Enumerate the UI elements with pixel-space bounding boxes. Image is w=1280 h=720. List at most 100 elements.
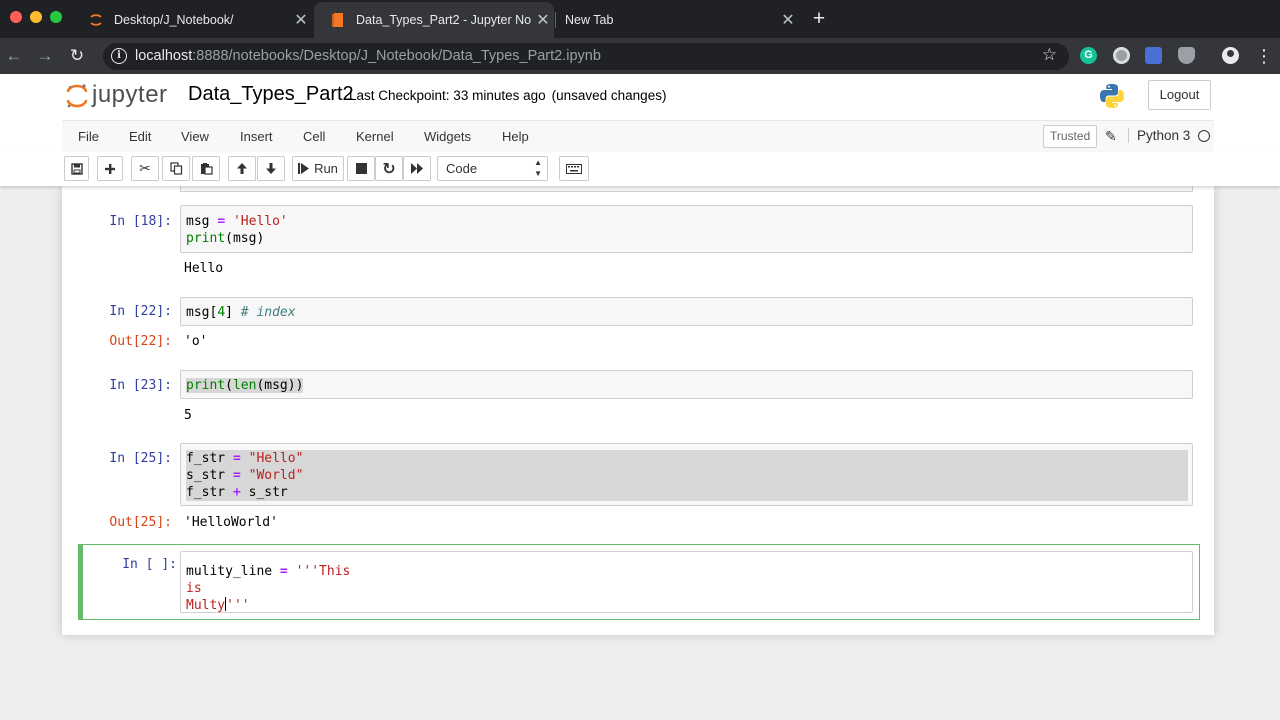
menu-help[interactable]: Help <box>502 129 529 144</box>
save-button[interactable] <box>64 156 89 181</box>
grammarly-extension-icon[interactable]: G <box>1080 47 1097 64</box>
restart-icon: ↻ <box>382 160 396 178</box>
maximize-window-button[interactable] <box>50 11 62 23</box>
input-prompt: In [ ]: <box>122 557 177 572</box>
move-cell-down-button[interactable] <box>257 156 285 181</box>
paste-cell-button[interactable] <box>192 156 220 181</box>
move-cell-up-button[interactable] <box>228 156 256 181</box>
browser-tab-bar: Desktop/J_Notebook/ ✕ Data_Types_Part2 -… <box>0 0 1280 38</box>
copy-cell-button[interactable] <box>162 156 190 181</box>
menu-cell[interactable]: Cell <box>303 129 325 144</box>
output-prompt: Out[22]: <box>109 334 172 349</box>
arrow-up-icon <box>237 163 247 174</box>
arrow-down-icon <box>266 163 276 174</box>
bookmark-star-icon[interactable]: ☆ <box>1042 45 1057 65</box>
cell-output: 'o' <box>184 334 208 349</box>
code-cell-input[interactable]: f_str = "Hello" s_str = "World" f_str + … <box>180 443 1193 506</box>
active-code-cell[interactable]: In [ ]: mulity_line = '''This is Multy''… <box>78 544 1200 620</box>
keyboard-icon <box>566 163 582 174</box>
forward-arrow-icon[interactable]: → <box>34 45 56 67</box>
notebook-favicon-icon <box>330 12 346 28</box>
new-tab-button[interactable]: + <box>808 8 830 30</box>
cell-output: 'HelloWorld' <box>184 515 278 530</box>
cell-output: Hello <box>184 261 224 276</box>
jupyter-logo-icon <box>66 84 88 108</box>
save-icon <box>70 162 83 175</box>
notebook-page: In [18]: msg = 'Hello' print(msg) Hello … <box>62 186 1214 635</box>
plus-icon <box>105 163 115 174</box>
run-label: Run <box>314 161 338 176</box>
checkpoint-text: Last Checkpoint: 33 minutes ago <box>349 88 546 103</box>
tab-title: Data_Types_Part2 - Jupyter No <box>356 13 532 27</box>
logout-button[interactable]: Logout <box>1148 80 1211 110</box>
back-arrow-icon[interactable]: ← <box>3 45 25 67</box>
jupyter-favicon-icon <box>88 12 104 28</box>
cell-type-select[interactable]: Code ▲ ▼ <box>437 156 548 181</box>
input-prompt: In [25]: <box>109 451 172 466</box>
jupyter-header: jupyter Data_Types_Part2 Last Checkpoint… <box>0 74 1280 120</box>
tab-title: Desktop/J_Notebook/ <box>114 13 234 27</box>
code-cell-input[interactable]: print(len(msg)) <box>180 370 1193 399</box>
menu-view[interactable]: View <box>181 129 209 144</box>
menu-widgets[interactable]: Widgets <box>424 129 471 144</box>
close-window-button[interactable] <box>10 11 22 23</box>
output-prompt: Out[25]: <box>109 515 172 530</box>
run-button[interactable]: Run <box>292 156 344 181</box>
copy-icon <box>169 162 182 175</box>
command-palette-button[interactable] <box>559 156 589 181</box>
cut-cell-button[interactable]: ✂ <box>131 156 159 181</box>
menu-kernel[interactable]: Kernel <box>356 129 394 144</box>
notebook-area[interactable]: In [18]: msg = 'Hello' print(msg) Hello … <box>0 186 1280 720</box>
code-cell-input[interactable]: msg = 'Hello' print(msg) <box>180 205 1193 253</box>
code-text: print(len(msg)) <box>186 378 304 393</box>
kernel-name[interactable]: Python 3 <box>1128 128 1190 143</box>
url-text[interactable]: localhost:8888/notebooks/Desktop/J_Noteb… <box>135 48 601 64</box>
extension-square-icon[interactable] <box>1145 47 1162 64</box>
restart-kernel-button[interactable]: ↻ <box>375 156 403 181</box>
python-logo-icon <box>1100 84 1124 108</box>
browser-tab-desktop[interactable]: Desktop/J_Notebook/ ✕ <box>72 2 312 38</box>
kernel-idle-indicator-icon <box>1198 130 1210 142</box>
code-cell-input[interactable]: msg[4] # index <box>180 297 1193 326</box>
scissors-icon: ✂ <box>139 160 151 176</box>
info-icon[interactable]: i <box>111 48 127 64</box>
notebook-name[interactable]: Data_Types_Part2 <box>188 83 354 106</box>
browser-tab-notebook[interactable]: Data_Types_Part2 - Jupyter No ✕ <box>314 2 554 38</box>
menu-insert[interactable]: Insert <box>240 129 273 144</box>
fast-forward-icon <box>410 163 423 174</box>
input-prompt: In [22]: <box>109 304 172 319</box>
paste-icon <box>200 163 213 175</box>
previous-cell-partial[interactable] <box>180 186 1193 192</box>
extension-shield-icon[interactable] <box>1178 47 1195 64</box>
close-tab-icon[interactable]: ✕ <box>777 10 799 30</box>
browser-toolbar: ← → ↻ i localhost:8888/notebooks/Desktop… <box>0 38 1280 74</box>
close-tab-icon[interactable]: ✕ <box>290 10 312 30</box>
browser-tab-new[interactable]: New Tab ✕ <box>549 2 799 38</box>
code-cell-editor[interactable]: mulity_line = '''This is Multy''' <box>180 551 1193 613</box>
jupyter-logo-text: jupyter <box>92 81 168 108</box>
insert-cell-below-button[interactable] <box>97 156 123 181</box>
minimize-window-button[interactable] <box>30 11 42 23</box>
browser-menu-icon[interactable]: ⋮ <box>1255 46 1273 66</box>
input-prompt: In [23]: <box>109 378 172 393</box>
reload-icon[interactable]: ↻ <box>66 45 88 67</box>
code-text: mulity_line = '''This is Multy''' <box>186 564 351 613</box>
profile-avatar-icon[interactable] <box>1222 47 1239 64</box>
menubar: File Edit View Insert Cell Kernel Widget… <box>0 120 1280 152</box>
edit-mode-pencil-icon: ✎ <box>1105 128 1117 144</box>
menu-file[interactable]: File <box>78 129 99 144</box>
input-prompt: In [18]: <box>109 214 172 229</box>
cell-output: 5 <box>184 408 192 423</box>
cell-type-value: Code <box>446 161 478 176</box>
tab-title: New Tab <box>565 13 614 27</box>
code-text: f_str = "Hello" s_str = "World" f_str + … <box>186 450 1188 501</box>
menu-edit[interactable]: Edit <box>129 129 151 144</box>
extension-circle-icon[interactable] <box>1113 47 1130 64</box>
trusted-indicator[interactable]: Trusted <box>1043 125 1098 148</box>
jupyter-logo[interactable]: jupyter <box>66 80 172 110</box>
address-bar[interactable]: i localhost:8888/notebooks/Desktop/J_Not… <box>103 43 1069 70</box>
restart-run-all-button[interactable] <box>403 156 431 181</box>
interrupt-kernel-button[interactable] <box>347 156 375 181</box>
code-text: msg[4] # index <box>186 305 296 320</box>
checkpoint-status: Last Checkpoint: 33 minutes ago (unsaved … <box>349 88 666 103</box>
